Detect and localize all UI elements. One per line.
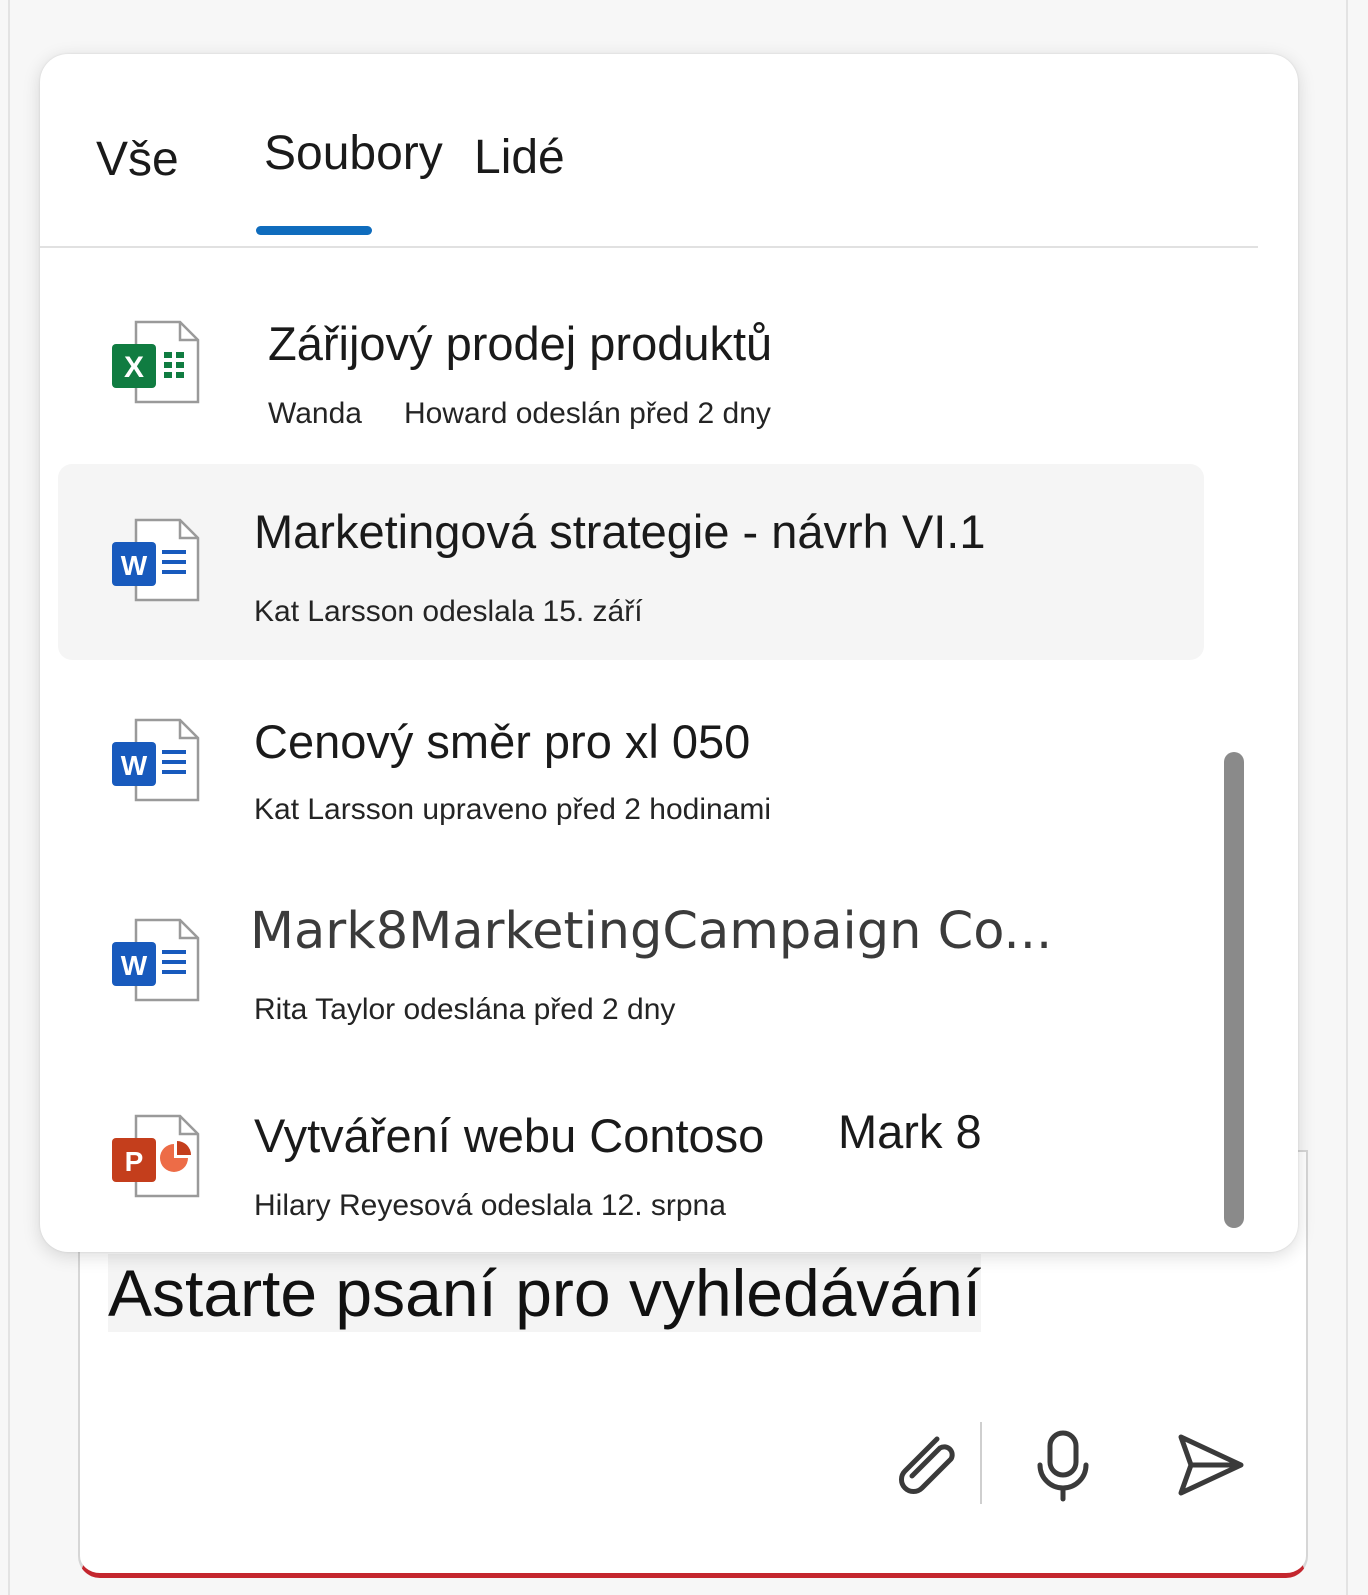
svg-text:W: W xyxy=(121,750,148,781)
file-meta: Rita Taylor odeslána před 2 dny xyxy=(254,993,676,1026)
search-suggestions-popup: Vše Soubory Lidé X Zářijový prodej produ… xyxy=(40,54,1298,1252)
microphone-icon xyxy=(1037,1430,1089,1502)
excel-icon: X xyxy=(112,320,200,404)
word-icon: W xyxy=(112,918,200,1002)
svg-text:P: P xyxy=(125,1146,144,1177)
file-meta: Kat Larsson upraveno před 2 hodinami xyxy=(254,793,772,826)
attach-button[interactable] xyxy=(880,1420,970,1510)
tabs-divider xyxy=(40,246,1258,248)
svg-text:X: X xyxy=(124,351,144,384)
paperclip-icon xyxy=(899,1436,955,1494)
compose-input-text[interactable]: Astarte psaní pro vyhledávání xyxy=(108,1254,982,1332)
file-meta: Hilary Reyesová odeslala 12. srpna xyxy=(254,1189,726,1222)
toolbar-divider xyxy=(980,1422,982,1504)
svg-text:W: W xyxy=(121,950,148,981)
word-icon: W xyxy=(112,718,200,802)
tab-bar: Vše Soubory Lidé xyxy=(40,54,1298,250)
word-icon: W xyxy=(112,518,200,602)
list-item[interactable]: P Vytváření webu Contoso Mark 8 Hilary R… xyxy=(58,1060,1204,1256)
tab-people[interactable]: Lidé xyxy=(474,130,565,186)
compose-toolbar xyxy=(880,1420,1260,1510)
scrollbar-thumb[interactable] xyxy=(1224,752,1244,1228)
list-item[interactable]: W Cenový směr pro xl 050 Kat Larsson upr… xyxy=(58,664,1204,860)
window-right-edge xyxy=(1346,0,1348,1595)
send-icon xyxy=(1178,1434,1244,1496)
send-button[interactable] xyxy=(1164,1420,1254,1510)
powerpoint-icon: P xyxy=(112,1114,200,1198)
file-list: X Zářijový prodej produktů Wanda Howard … xyxy=(40,254,1298,1244)
tab-files[interactable]: Soubory xyxy=(264,126,443,182)
file-title: Mark8MarketingCampaign Co... xyxy=(250,902,1053,961)
list-item[interactable]: X Zářijový prodej produktů Wanda Howard … xyxy=(58,260,1204,456)
file-title: Marketingová strategie - návrh VI.1 xyxy=(254,505,986,558)
list-item[interactable]: W Mark8MarketingCampaign Co... Rita Tayl… xyxy=(58,862,1204,1058)
file-meta: Kat Larsson odeslala 15. září xyxy=(254,595,643,628)
microphone-button[interactable] xyxy=(1018,1420,1108,1510)
file-tag: Mark 8 xyxy=(838,1105,982,1158)
file-meta-detail: Howard odeslán před 2 dny xyxy=(404,397,771,430)
active-tab-indicator xyxy=(256,226,372,235)
svg-text:W: W xyxy=(121,550,148,581)
file-title: Vytváření webu Contoso xyxy=(254,1109,765,1162)
tab-all[interactable]: Vše xyxy=(96,132,179,188)
window-left-edge xyxy=(8,0,10,1595)
list-item[interactable]: W Marketingová strategie - návrh VI.1 Ka… xyxy=(58,464,1204,660)
file-meta-author: Wanda xyxy=(268,397,362,430)
file-title: Zářijový prodej produktů xyxy=(268,317,773,370)
page: Astarte psaní pro vyhledávání Vše Soubor… xyxy=(0,0,1368,1595)
file-title: Cenový směr pro xl 050 xyxy=(254,715,751,768)
